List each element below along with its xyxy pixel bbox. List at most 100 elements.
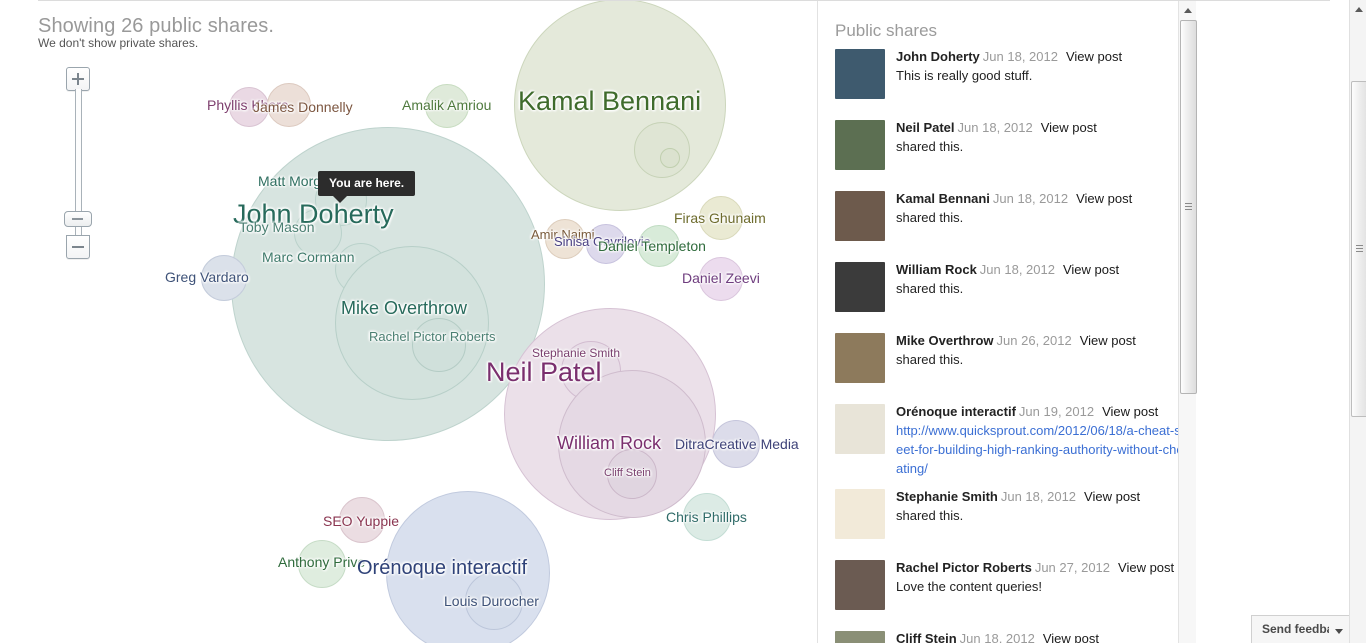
- share-date: Jun 18, 2012: [982, 49, 1058, 64]
- share-header: Kamal Bennani Jun 18, 2012 View post: [896, 190, 1190, 207]
- page-subtitle: We don't show private shares.: [38, 36, 199, 50]
- graph-node[interactable]: [683, 493, 731, 541]
- view-post-link[interactable]: View post: [1080, 333, 1136, 348]
- graph-node[interactable]: [638, 225, 680, 267]
- shares-scroll-up-arrow[interactable]: [1179, 1, 1196, 18]
- graph-node[interactable]: [699, 196, 743, 240]
- view-post-link[interactable]: View post: [1118, 560, 1174, 575]
- share-date: Jun 18, 2012: [1000, 489, 1077, 504]
- share-date: Jun 18, 2012: [957, 120, 1033, 135]
- share-comment-text: Love the content queries!: [896, 579, 1042, 594]
- share-author-name[interactable]: Orénoque interactif: [896, 404, 1016, 419]
- avatar[interactable]: [835, 404, 885, 454]
- share-list-item[interactable]: William Rock Jun 18, 2012 View post shared …: [835, 260, 1190, 322]
- page-scroll-thumb[interactable]: [1351, 81, 1366, 417]
- graph-node[interactable]: [201, 255, 247, 301]
- share-author-name[interactable]: William Rock: [896, 262, 977, 277]
- graph-node[interactable]: [298, 540, 346, 588]
- share-author-name[interactable]: John Doherty: [896, 49, 980, 64]
- graph-node[interactable]: [514, 1, 726, 211]
- share-comment-text: shared this.: [896, 508, 964, 523]
- share-date: Jun 18, 2012: [979, 262, 1055, 277]
- feedback-caret-icon[interactable]: [1329, 615, 1349, 643]
- graph-node[interactable]: [607, 449, 657, 499]
- graph-node[interactable]: [386, 491, 550, 643]
- zoom-slider-handle[interactable]: [64, 211, 92, 227]
- you-are-here-tooltip: You are here.: [318, 171, 416, 203]
- share-list-item[interactable]: Stephanie Smith Jun 18, 2012 View post shar…: [835, 487, 1190, 549]
- view-post-link[interactable]: View post: [1066, 49, 1122, 64]
- share-author-name[interactable]: Stephanie Smith: [896, 489, 998, 504]
- view-post-link[interactable]: View post: [1041, 120, 1097, 135]
- share-date: Jun 18, 2012: [959, 631, 1035, 643]
- avatar[interactable]: [835, 120, 885, 170]
- share-author-name[interactable]: Kamal Bennani: [896, 191, 990, 206]
- share-list-item[interactable]: Mike Overthrow Jun 26, 2012 View post share…: [835, 331, 1190, 393]
- shares-panel-heading: Public shares: [835, 21, 938, 40]
- shares-scroll-thumb[interactable]: [1180, 20, 1197, 394]
- share-header: Neil Patel Jun 18, 2012 View post: [896, 119, 1190, 136]
- share-date: Jun 19, 2012: [1018, 404, 1095, 419]
- view-post-link[interactable]: View post: [1076, 191, 1132, 206]
- graph-node[interactable]: [412, 318, 466, 372]
- page-scrollbar[interactable]: [1349, 0, 1366, 643]
- scroll-grip-icon: [1185, 203, 1192, 211]
- public-shares-pane: Public shares John Doherty Jun 18, 2012 Vi…: [819, 1, 1350, 643]
- share-comment-text: shared this.: [896, 281, 964, 296]
- shares-list: John Doherty Jun 18, 2012 View post This is…: [835, 47, 1190, 643]
- share-header: William Rock Jun 18, 2012 View post: [896, 261, 1190, 278]
- graph-node[interactable]: [229, 87, 269, 127]
- avatar[interactable]: [835, 191, 885, 241]
- graph-node[interactable]: [267, 83, 311, 127]
- scroll-grip-icon: [1356, 245, 1363, 253]
- avatar[interactable]: [835, 333, 885, 383]
- zoom-in-button[interactable]: [66, 67, 90, 91]
- share-date: Jun 27, 2012: [1034, 560, 1111, 575]
- share-author-name[interactable]: Cliff Stein: [896, 631, 957, 643]
- share-header: Mike Overthrow Jun 26, 2012 View post: [896, 332, 1190, 349]
- view-post-link[interactable]: View post: [1084, 489, 1140, 504]
- share-author-name[interactable]: Neil Patel: [896, 120, 955, 135]
- share-author-name[interactable]: Mike Overthrow: [896, 333, 994, 348]
- share-list-item[interactable]: John Doherty Jun 18, 2012 View post This is…: [835, 47, 1190, 109]
- avatar[interactable]: [835, 262, 885, 312]
- share-list-item[interactable]: Rachel Pictor Roberts Jun 27, 2012 View po…: [835, 558, 1190, 620]
- share-comment-text: This is really good stuff.: [896, 68, 1033, 83]
- avatar[interactable]: [835, 489, 885, 539]
- view-post-link[interactable]: View post: [1102, 404, 1158, 419]
- graph-node[interactable]: [425, 84, 469, 128]
- shares-scrollbar[interactable]: [1178, 1, 1197, 643]
- graph-node[interactable]: [335, 246, 489, 400]
- graph-node[interactable]: [712, 420, 760, 468]
- share-author-name[interactable]: Rachel Pictor Roberts: [896, 560, 1032, 575]
- share-header: Rachel Pictor Roberts Jun 27, 2012 View po…: [896, 559, 1190, 576]
- avatar[interactable]: [835, 560, 885, 610]
- share-comment-text: shared this.: [896, 139, 964, 154]
- share-date: Jun 18, 2012: [992, 191, 1069, 206]
- ripples-graph-pane[interactable]: Showing 26 public shares. We don't show …: [0, 1, 818, 643]
- graph-node[interactable]: [294, 209, 342, 257]
- share-header: John Doherty Jun 18, 2012 View post: [896, 48, 1190, 65]
- share-list-item[interactable]: Neil Patel Jun 18, 2012 View post shared th…: [835, 118, 1190, 180]
- graph-node[interactable]: [660, 148, 680, 168]
- view-post-link[interactable]: View post: [1043, 631, 1099, 643]
- zoom-out-button[interactable]: [66, 235, 90, 259]
- share-url-link[interactable]: http://www.quicksprout.com/2012/06/18/a-…: [896, 421, 1190, 478]
- app-root: Showing 26 public shares. We don't show …: [0, 0, 1366, 643]
- graph-node[interactable]: [465, 572, 523, 630]
- avatar[interactable]: [835, 49, 885, 99]
- graph-node[interactable]: [339, 497, 385, 543]
- share-list-item[interactable]: Orénoque interactif Jun 19, 2012 View post…: [835, 402, 1190, 478]
- share-list-item[interactable]: Cliff SteinJun 18, 2012View postshared t…: [835, 629, 1190, 643]
- graph-node[interactable]: [699, 257, 743, 301]
- zoom-slider-control[interactable]: [64, 67, 92, 259]
- share-header: Orénoque interactif Jun 19, 2012 View post: [896, 403, 1190, 420]
- share-list-item[interactable]: Kamal Bennani Jun 18, 2012 View post shared…: [835, 189, 1190, 251]
- graph-node[interactable]: [586, 224, 626, 264]
- graph-node[interactable]: [545, 219, 585, 259]
- page-scroll-up-arrow[interactable]: [1350, 0, 1366, 17]
- share-date: Jun 26, 2012: [996, 333, 1072, 348]
- view-post-link[interactable]: View post: [1063, 262, 1119, 277]
- avatar[interactable]: [835, 631, 885, 643]
- share-header: Cliff Stein Jun 18, 2012 View post: [896, 630, 1190, 643]
